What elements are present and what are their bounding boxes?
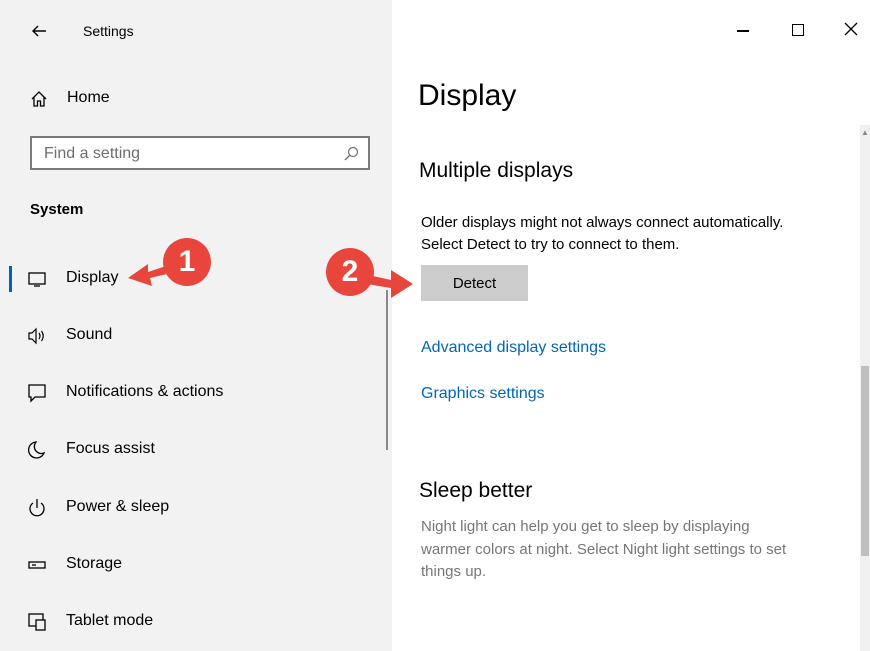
minimize-icon[interactable] [737, 30, 749, 32]
multiple-displays-heading: Multiple displays [419, 159, 574, 182]
sidebar-item-home[interactable]: Home [0, 79, 392, 119]
sidebar-item-storage[interactable]: Storage [0, 545, 392, 585]
sidebar-item-tablet-mode[interactable]: Tablet mode [0, 602, 392, 642]
advanced-display-settings-link[interactable]: Advanced display settings [421, 339, 606, 357]
sidebar-item-sound[interactable]: Sound [0, 316, 392, 356]
search-placeholder: Find a setting [44, 145, 141, 162]
close-icon[interactable] [844, 22, 858, 36]
step-2-badge: 2 [326, 248, 374, 296]
main-scrollbar-thumb[interactable] [861, 366, 869, 556]
sidebar: Settings Home Find a setting System Disp… [0, 0, 392, 651]
speaker-icon [26, 325, 48, 347]
tablet-icon [26, 611, 48, 633]
sidebar-item-label: Home [67, 89, 110, 106]
multiple-displays-description-1: Older displays might not always connect … [421, 214, 784, 231]
sidebar-item-label: Display [66, 269, 119, 286]
detect-button[interactable]: Detect [421, 265, 528, 301]
graphics-settings-link[interactable]: Graphics settings [421, 385, 545, 403]
sleep-better-text-1: Night light can help you get to sleep by… [421, 518, 750, 535]
sidebar-item-power-sleep[interactable]: Power & sleep [0, 488, 392, 528]
section-heading: System [30, 201, 84, 218]
sidebar-item-label: Focus assist [66, 440, 155, 457]
sidebar-scrollbar[interactable] [386, 290, 388, 450]
sleep-better-text-2: warmer colors at night. Select Night lig… [421, 541, 787, 558]
selected-indicator [9, 266, 12, 292]
arrow-left-icon[interactable] [30, 22, 48, 40]
step-1-badge: 1 [163, 238, 211, 286]
storage-icon [26, 554, 48, 576]
sidebar-item-label: Notifications & actions [66, 383, 224, 400]
search-input[interactable]: Find a setting [30, 136, 370, 170]
sleep-better-text-3: things up. [421, 563, 487, 580]
moon-icon [26, 439, 48, 461]
sleep-better-heading: Sleep better [419, 479, 533, 502]
sidebar-item-label: Power & sleep [66, 498, 170, 515]
notification-icon [26, 382, 48, 404]
search-icon[interactable] [343, 146, 359, 162]
maximize-icon[interactable] [792, 24, 804, 36]
sidebar-item-notifications[interactable]: Notifications & actions [0, 373, 392, 413]
sidebar-item-label: Storage [66, 555, 123, 572]
sidebar-item-focus-assist[interactable]: Focus assist [0, 430, 392, 470]
home-icon [30, 90, 48, 108]
page-title: Display [418, 79, 517, 112]
sidebar-item-label: Tablet mode [66, 612, 154, 629]
monitor-icon [26, 268, 48, 290]
window-title: Settings [83, 23, 134, 39]
sidebar-item-label: Sound [66, 326, 113, 343]
power-icon [26, 497, 48, 519]
multiple-displays-description-2: Select Detect to try to connect to them. [421, 236, 680, 253]
main-scrollbar-up-arrow[interactable]: ▲ [861, 128, 869, 137]
